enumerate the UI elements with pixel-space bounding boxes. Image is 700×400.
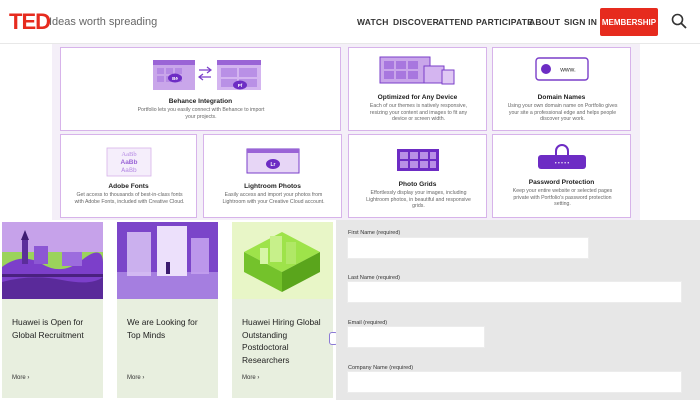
search-icon[interactable] [671,13,687,29]
chevron-right-icon: › [27,375,30,381]
city-tech-image [232,222,333,299]
domain-badge: www. [559,67,576,74]
domain-icon: www. [534,57,589,81]
site-header: TED Ideas worth spreading WATCH DISCOVER… [0,0,700,44]
feature-title: Photo Grids [398,181,437,188]
nav-about[interactable]: ABOUT [529,17,560,27]
feature-description: Easily access and import your photos fro… [222,192,325,205]
job-card[interactable]: We are Looking for Top Minds More › [117,222,218,398]
feature-title: Domain Names [537,94,586,101]
behance-portfolio-icon: Bē Pf [152,60,261,90]
section-divider [343,44,347,220]
feature-description: Keep your entire website or selected pag… [512,188,613,208]
feature-title: Optimized for Any Device [377,94,458,101]
feature-photo-grids: Photo Grids Effortlessly display your im… [348,134,487,218]
feature-title: Behance Integration [168,98,233,105]
nav-discover[interactable]: DISCOVER [393,17,439,27]
contact-form: First Name (required) Last Name (require… [336,220,700,400]
feature-title: Adobe Fonts [108,183,149,190]
font-sample: AaBb [120,159,137,166]
feature-password-protection: • • • • • Password Protection Keep your … [492,134,631,218]
portfolio-badge: Pf [237,83,242,88]
feature-description: Get access to thousands of best-in-class… [74,192,185,205]
lightroom-badge: Lr [270,162,275,168]
font-sample: AaBb [121,167,137,174]
ted-logo[interactable]: TED [9,9,51,35]
nav-attend[interactable]: ATTEND [438,17,473,27]
more-link[interactable]: More › [12,375,29,381]
job-title[interactable]: Huawei is Open for Global Recruitment [12,316,98,341]
behance-badge: Bē [172,76,178,81]
feature-description: Effortlessly display your images, includ… [366,190,471,210]
grid-icon [396,149,439,171]
feature-domain-names: www. Domain Names Using your own domain … [492,47,631,131]
chevron-right-icon: › [142,375,145,381]
nav-participate[interactable]: PARTICIPATE [476,17,533,27]
first-name-label: First Name (required) [348,230,401,236]
company-name-field[interactable] [347,371,682,393]
chevron-right-icon: › [257,375,260,381]
job-card[interactable]: Huawei is Open for Global Recruitment Mo… [2,222,103,398]
font-sample: AaBb [121,151,136,158]
lightroom-icon: Lr [246,148,299,174]
feature-behance: Bē Pf Behance Integration Portfolio lets… [60,47,341,131]
feature-adobe-fonts: AaBb AaBb AaBb Adobe Fonts Get access to… [60,134,197,218]
more-link[interactable]: More › [127,375,144,381]
feature-description: Portfolio lets you easily connect with B… [137,107,265,120]
email-field[interactable] [347,326,485,348]
castle-landscape-image [2,222,103,299]
feature-any-device: Optimized for Any Device Each of our the… [348,47,487,131]
last-name-field[interactable] [347,281,682,303]
fonts-icon: AaBb AaBb AaBb [106,147,151,177]
feature-title: Password Protection [528,179,595,186]
job-title[interactable]: Huawei Hiring Global Outstanding Postdoc… [242,316,328,366]
more-link[interactable]: More › [242,375,259,381]
first-name-field[interactable] [347,237,589,259]
membership-button[interactable]: MEMBERSHIP [600,8,658,36]
feature-lightroom: Lr Lightroom Photos Easily access and im… [203,134,342,218]
lock-icon: • • • • • [537,144,586,169]
password-dots: • • • • • [554,161,569,167]
tagline: Ideas worth spreading [49,16,158,28]
doorway-image [117,222,218,299]
devices-icon [379,56,454,85]
feature-title: Lightroom Photos [244,183,301,190]
feature-description: Using your own domain name on Portfolio … [507,103,618,123]
nav-watch[interactable]: WATCH [357,17,389,27]
feature-description: Each of our themes is natively responsiv… [369,103,468,123]
job-title[interactable]: We are Looking for Top Minds [127,316,213,341]
nav-sign-in[interactable]: SIGN IN [564,17,597,27]
job-card[interactable]: Huawei Hiring Global Outstanding Postdoc… [232,222,333,398]
